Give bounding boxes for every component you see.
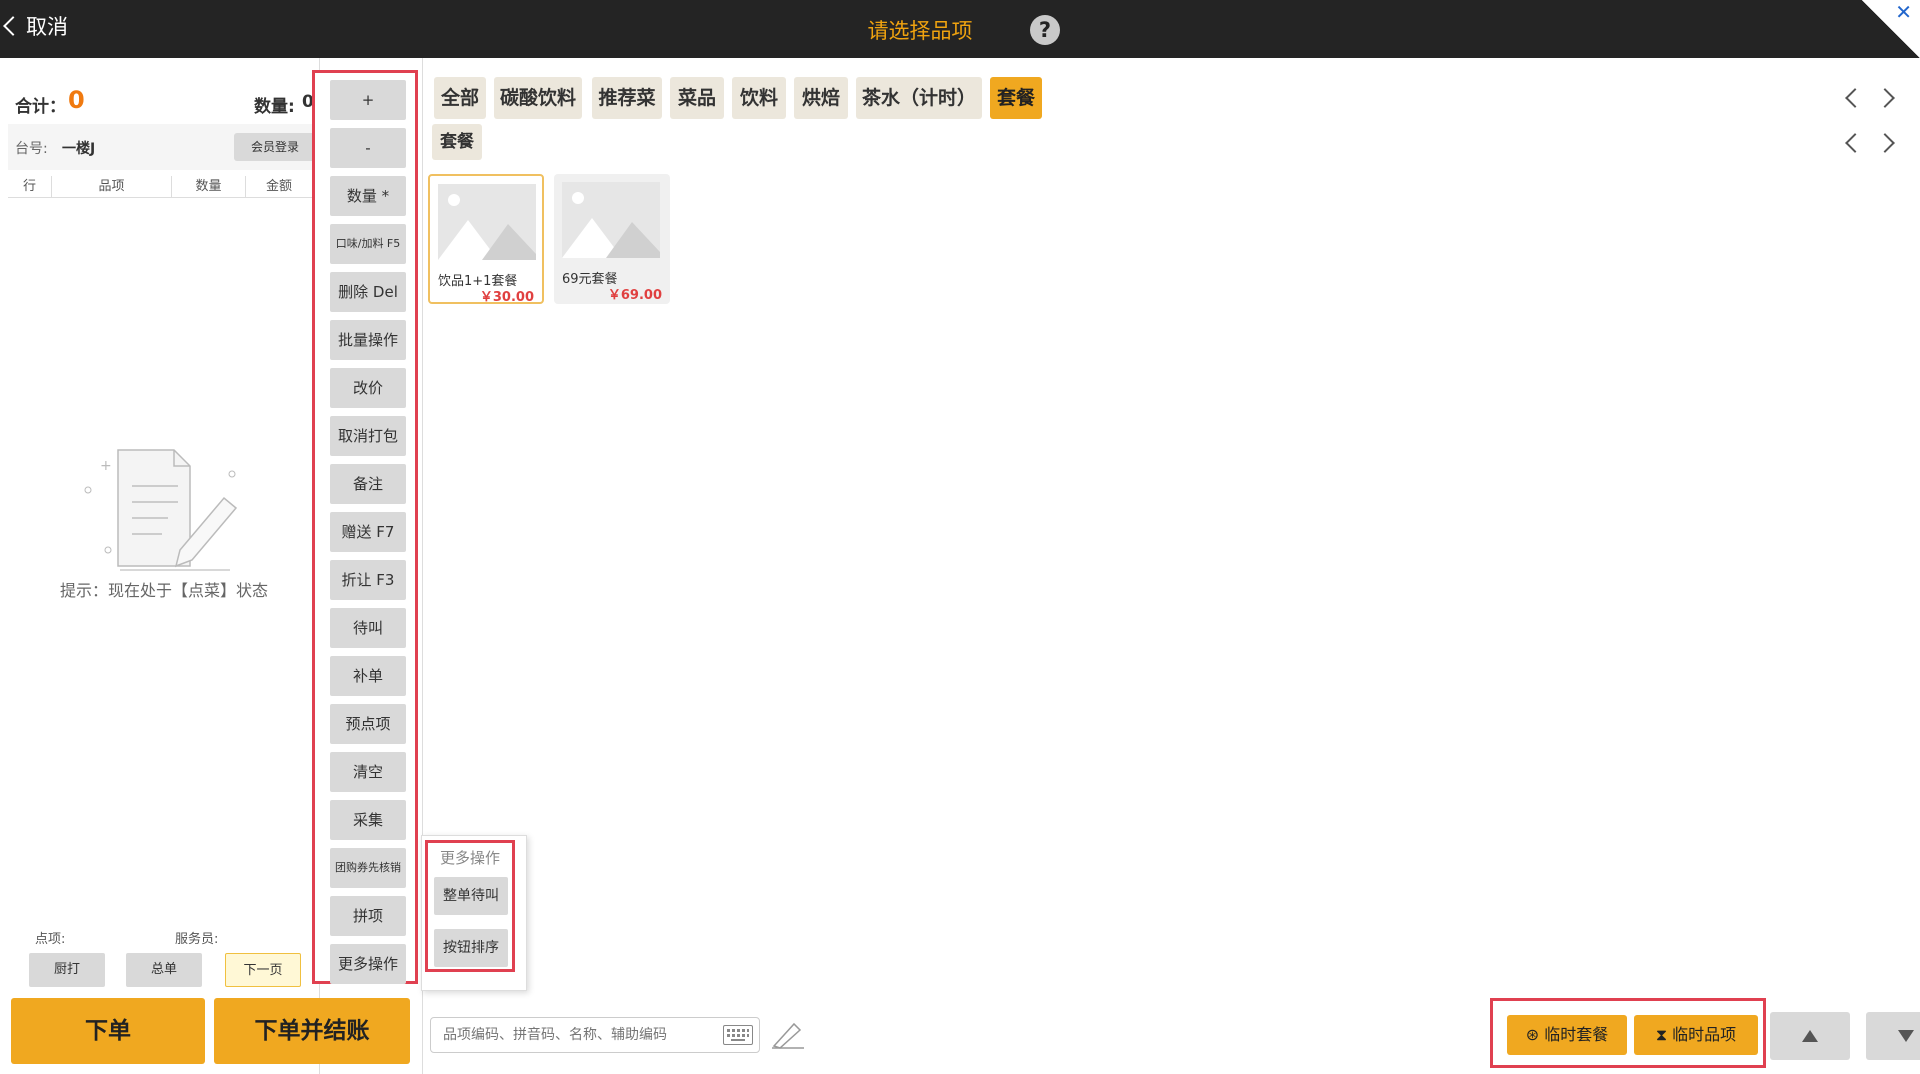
hourglass-icon: ⧗: [1655, 1025, 1673, 1044]
hold-all-button[interactable]: 整单待叫: [434, 877, 508, 915]
discount-button[interactable]: 折让 F3: [330, 560, 406, 600]
plus-button[interactable]: +: [330, 80, 406, 120]
item-card[interactable]: 饮品1+1套餐 ￥30.00: [428, 174, 544, 305]
category-drinks[interactable]: 饮料: [732, 77, 786, 119]
header-bar: 取消 请选择品项 ? ✕: [0, 0, 1920, 58]
items-label: 点项:: [35, 932, 66, 947]
table-value: 一楼J: [62, 141, 96, 157]
total-label: 合计：: [15, 97, 66, 117]
subcategory-combo[interactable]: 套餐: [432, 124, 482, 160]
page-title: 请选择品项: [867, 19, 973, 43]
column-header-qty: 数量: [172, 176, 246, 198]
temp-item-button[interactable]: ⧗ 临时品项: [1634, 1015, 1758, 1055]
page: 取消 请选择品项 ? ✕ 合计： 0 数量: 0 台号: 一楼J 会员登录 行 …: [0, 0, 1920, 1074]
image-placeholder-icon: [562, 182, 660, 258]
preorder-button[interactable]: 预点项: [330, 704, 406, 744]
combine-button[interactable]: 拼项: [330, 896, 406, 936]
item-price: ￥69.00: [607, 288, 662, 303]
note-button[interactable]: 备注: [330, 464, 406, 504]
group-coupon-button[interactable]: 团购券先核销: [330, 848, 406, 888]
cancel-pack-button[interactable]: 取消打包: [330, 416, 406, 456]
next-page-button[interactable]: 下一页: [225, 953, 301, 987]
category-tea[interactable]: 茶水（计时）: [856, 77, 982, 119]
temp-combo-label: 临时套餐: [1544, 1025, 1609, 1044]
column-header-row: 行: [8, 176, 52, 198]
more-ops-title: 更多操作: [440, 849, 501, 867]
member-login-button[interactable]: 会员登录: [234, 133, 316, 161]
item-card[interactable]: 69元套餐 ￥69.00: [554, 174, 670, 304]
batch-button[interactable]: 批量操作: [330, 320, 406, 360]
total-value: 0: [68, 86, 85, 114]
kitchen-print-button[interactable]: 厨打: [29, 953, 105, 987]
category-dishes[interactable]: 菜品: [670, 77, 724, 119]
place-order-button[interactable]: 下单: [11, 998, 205, 1064]
category-recommended[interactable]: 推荐菜: [592, 77, 662, 119]
category-combo[interactable]: 套餐: [990, 77, 1042, 119]
scroll-down-button[interactable]: [1866, 1012, 1920, 1060]
supplement-button[interactable]: 补单: [330, 656, 406, 696]
gift-button[interactable]: 赠送 F7: [330, 512, 406, 552]
more-ops-button[interactable]: 更多操作: [330, 944, 406, 984]
collect-button[interactable]: 采集: [330, 800, 406, 840]
search-input[interactable]: [430, 1017, 760, 1053]
up-arrow-icon: [1802, 1030, 1818, 1042]
minus-button[interactable]: -: [330, 128, 406, 168]
delete-button[interactable]: 删除 Del: [330, 272, 406, 312]
qty-label: 数量:: [254, 97, 295, 117]
waiter-label: 服务员:: [175, 932, 219, 947]
item-price: ￥30.00: [479, 290, 534, 305]
status-hint: 提示：现在处于【点菜】状态: [59, 581, 268, 600]
scroll-up-button[interactable]: [1770, 1012, 1850, 1060]
table-label: 台号:: [15, 141, 48, 157]
column-header-item: 品项: [52, 176, 172, 198]
category-bakery[interactable]: 烘焙: [794, 77, 848, 119]
image-placeholder-icon: [438, 184, 536, 260]
keyboard-icon[interactable]: [723, 1025, 753, 1045]
quantity-button[interactable]: 数量 *: [330, 176, 406, 216]
summary-button[interactable]: 总单: [126, 953, 202, 987]
temp-combo-button[interactable]: ⊛ 临时套餐: [1507, 1015, 1627, 1055]
category-all[interactable]: 全部: [434, 77, 486, 119]
button-sort-button[interactable]: 按钮排序: [434, 929, 508, 967]
handwriting-icon[interactable]: [770, 1018, 806, 1050]
flavor-button[interactable]: 口味/加料 F5: [330, 224, 406, 264]
column-header-amount: 金额: [265, 179, 292, 194]
clear-button[interactable]: 清空: [330, 752, 406, 792]
hold-button[interactable]: 待叫: [330, 608, 406, 648]
empty-order-illustration: +: [84, 449, 238, 571]
header-divider: [8, 197, 320, 198]
category-soda[interactable]: 碳酸饮料: [494, 77, 582, 119]
svg-text:+: +: [100, 458, 112, 474]
place-and-checkout-button[interactable]: 下单并结账: [214, 998, 410, 1064]
temp-item-label: 临时品项: [1672, 1025, 1737, 1044]
change-price-button[interactable]: 改价: [330, 368, 406, 408]
down-arrow-icon: [1898, 1030, 1914, 1042]
close-icon[interactable]: ✕: [1895, 0, 1912, 24]
temp-combo-icon: ⊛: [1525, 1025, 1545, 1044]
help-icon[interactable]: ?: [1030, 15, 1060, 45]
